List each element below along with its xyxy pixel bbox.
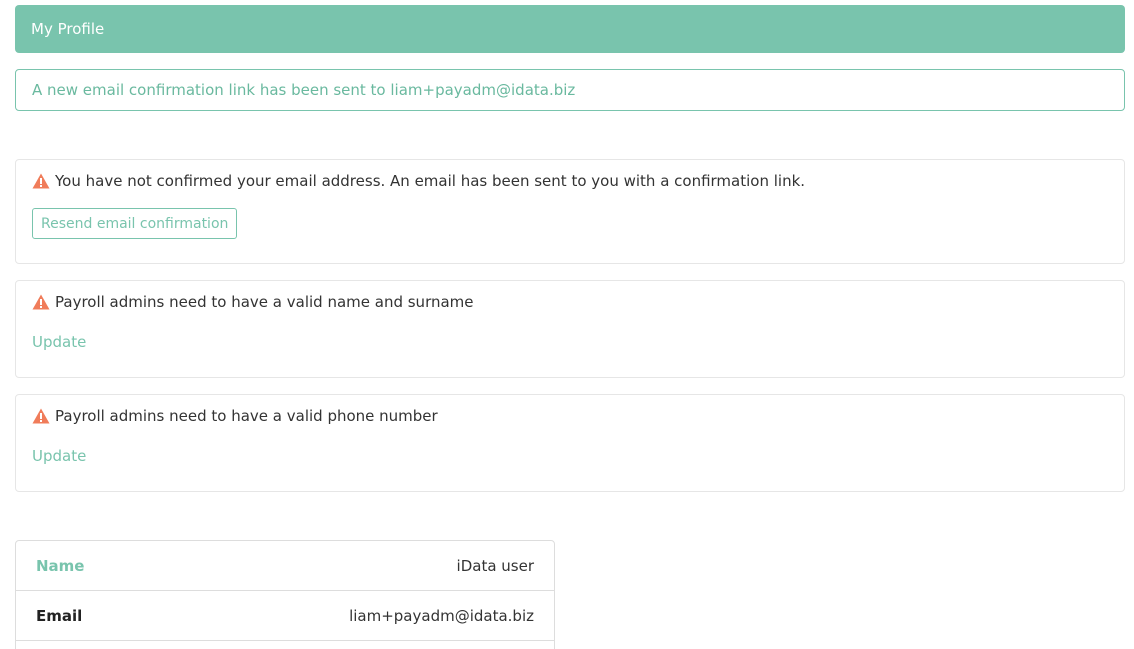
profile-info-table: Name iData user Email liam+payadm@idata.… bbox=[15, 540, 555, 649]
update-name-link[interactable]: Update bbox=[32, 333, 86, 351]
name-label: Name bbox=[36, 556, 85, 575]
warning-line: Payroll admins need to have a valid name… bbox=[32, 293, 474, 311]
page-header: My Profile bbox=[15, 5, 1125, 53]
warning-text: Payroll admins need to have a valid name… bbox=[55, 293, 474, 311]
warning-line: You have not confirmed your email addres… bbox=[32, 172, 805, 190]
warning-text: Payroll admins need to have a valid phon… bbox=[55, 407, 438, 425]
warning-line: Payroll admins need to have a valid phon… bbox=[32, 407, 438, 425]
warning-icon bbox=[32, 294, 50, 310]
email-unconfirmed-card: You have not confirmed your email addres… bbox=[15, 159, 1125, 264]
name-value: iData user bbox=[456, 556, 534, 575]
warning-icon bbox=[32, 408, 50, 424]
email-label: Email bbox=[36, 606, 83, 625]
name-required-card: Payroll admins need to have a valid name… bbox=[15, 280, 1125, 378]
flash-message: A new email confirmation link has been s… bbox=[15, 69, 1125, 111]
profile-page: My Profile A new email confirmation link… bbox=[0, 0, 1134, 649]
update-phone-link[interactable]: Update bbox=[32, 447, 86, 465]
resend-email-confirmation-button[interactable]: Resend email confirmation bbox=[32, 208, 238, 239]
table-row: Email liam+payadm@idata.biz bbox=[16, 591, 554, 641]
page-title: My Profile bbox=[31, 20, 105, 38]
email-value: liam+payadm@idata.biz bbox=[349, 606, 534, 625]
phone-required-card: Payroll admins need to have a valid phon… bbox=[15, 394, 1125, 492]
warning-icon bbox=[32, 173, 50, 189]
table-row: Name iData user bbox=[16, 541, 554, 591]
warning-text: You have not confirmed your email addres… bbox=[55, 172, 806, 190]
